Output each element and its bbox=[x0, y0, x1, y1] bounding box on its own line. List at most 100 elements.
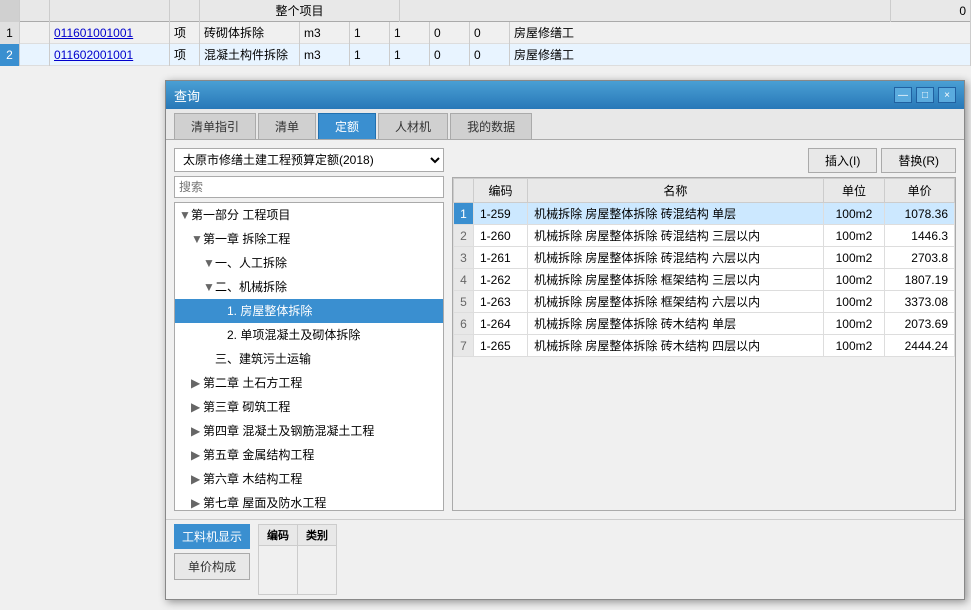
row2-code: 011602001001 bbox=[50, 44, 170, 66]
col-code-header: 编码 bbox=[474, 179, 528, 203]
tree-item-chap6[interactable]: ▶第六章 木结构工程 bbox=[175, 467, 443, 491]
table-row[interactable]: 1 1-259 机械拆除 房屋整体拆除 砖混结构 单层 100m2 1078.3… bbox=[454, 203, 955, 225]
cell-name: 机械拆除 房屋整体拆除 砖木结构 四层以内 bbox=[528, 335, 824, 357]
cell-code: 1-260 bbox=[474, 225, 528, 247]
cell-num: 4 bbox=[454, 269, 474, 291]
insert-button[interactable]: 插入(I) bbox=[808, 148, 877, 173]
bottom-table: 编码 类别 bbox=[258, 524, 337, 595]
tree-item-chap5[interactable]: ▶第五章 金属结构工程 bbox=[175, 443, 443, 467]
right-panel: 插入(I) 替换(R) 编码 名称 单位 单价 bbox=[452, 148, 956, 511]
row1-blank bbox=[20, 22, 50, 44]
row1-v3: 0 bbox=[430, 22, 470, 44]
dialog-title: 查询 bbox=[174, 86, 894, 105]
tree-item-chap1[interactable]: ▼第一章 拆除工程 bbox=[175, 227, 443, 251]
row2-unit: m3 bbox=[300, 44, 350, 66]
cell-code: 1-264 bbox=[474, 313, 528, 335]
left-panel: 太原市修缮土建工程预算定额(2018) ▼第一部分 工程项目▼第一章 拆除工程▼… bbox=[174, 148, 444, 511]
table-row[interactable]: 3 1-261 机械拆除 房屋整体拆除 砖混结构 六层以内 100m2 2703… bbox=[454, 247, 955, 269]
header-blank2 bbox=[50, 0, 170, 22]
tab-rencaiji[interactable]: 人材机 bbox=[378, 113, 448, 139]
tree-item-sec1[interactable]: ▼一、人工拆除 bbox=[175, 251, 443, 275]
bottom-col1-header: 编码 bbox=[259, 525, 298, 546]
cell-price: 1807.19 bbox=[885, 269, 955, 291]
tree-container[interactable]: ▼第一部分 工程项目▼第一章 拆除工程▼一、人工拆除▼二、机械拆除1. 房屋整体… bbox=[174, 202, 444, 511]
tab-bar: 清单指引 清单 定额 人材机 我的数据 bbox=[166, 109, 964, 140]
dialog-close-button[interactable]: × bbox=[938, 87, 956, 103]
search-input[interactable] bbox=[174, 176, 444, 198]
bottom-cell1 bbox=[259, 546, 298, 595]
main-content: 太原市修缮土建工程预算定额(2018) ▼第一部分 工程项目▼第一章 拆除工程▼… bbox=[166, 140, 964, 519]
tab-dinge[interactable]: 定额 bbox=[318, 113, 376, 139]
tab-wode-shuju[interactable]: 我的数据 bbox=[450, 113, 532, 139]
row1-remark: 房屋修缮工 bbox=[510, 22, 971, 44]
table-row[interactable]: 5 1-263 机械拆除 房屋整体拆除 框架结构 六层以内 100m2 3373… bbox=[454, 291, 955, 313]
row2-remark: 房屋修缮工 bbox=[510, 44, 971, 66]
row2-v4: 0 bbox=[470, 44, 510, 66]
cell-price: 2703.8 bbox=[885, 247, 955, 269]
bottom-left: 工料机显示 单价构成 bbox=[174, 524, 250, 595]
col-num bbox=[454, 179, 474, 203]
cell-price: 2444.24 bbox=[885, 335, 955, 357]
row1-v1: 1 bbox=[350, 22, 390, 44]
col-name-header: 名称 bbox=[528, 179, 824, 203]
header-project-title: 整个项目 bbox=[200, 0, 400, 22]
table-body: 1 1-259 机械拆除 房屋整体拆除 砖混结构 单层 100m2 1078.3… bbox=[454, 203, 955, 357]
tree-item-chap3[interactable]: ▶第三章 砌筑工程 bbox=[175, 395, 443, 419]
tab-qingdan[interactable]: 清单 bbox=[258, 113, 316, 139]
cell-num: 7 bbox=[454, 335, 474, 357]
tree-item-part1[interactable]: ▼第一部分 工程项目 bbox=[175, 203, 443, 227]
table-row[interactable]: 7 1-265 机械拆除 房屋整体拆除 砖木结构 四层以内 100m2 2444… bbox=[454, 335, 955, 357]
col-price-header: 单价 bbox=[885, 179, 955, 203]
header-spacer bbox=[400, 0, 891, 22]
spreadsheet-row-1: 1 011601001001 项 砖砌体拆除 m3 1 1 0 0 房屋修缮工 bbox=[0, 22, 971, 44]
tree-item-chap4[interactable]: ▶第四章 混凝土及钢筋混凝土工程 bbox=[175, 419, 443, 443]
spreadsheet-header: 整个项目 0 bbox=[0, 0, 971, 22]
unit-composition-button[interactable]: 单价构成 bbox=[174, 553, 250, 580]
header-blank3 bbox=[170, 0, 200, 22]
cell-name: 机械拆除 房屋整体拆除 砖混结构 单层 bbox=[528, 203, 824, 225]
cell-code: 1-263 bbox=[474, 291, 528, 313]
spreadsheet-row-2: 2 011602001001 项 混凝土构件拆除 m3 1 1 0 0 房屋修缮… bbox=[0, 44, 971, 66]
tree-item-chap7[interactable]: ▶第七章 屋面及防水工程 bbox=[175, 491, 443, 511]
data-table-wrapper: 编码 名称 单位 单价 1 1-259 机械拆除 房屋整体拆除 砖混结构 单层 … bbox=[452, 177, 956, 511]
action-buttons: 插入(I) 替换(R) bbox=[452, 148, 956, 173]
bottom-table-header: 编码 类别 bbox=[259, 525, 337, 546]
cell-name: 机械拆除 房屋整体拆除 砖混结构 六层以内 bbox=[528, 247, 824, 269]
cell-unit: 100m2 bbox=[823, 203, 884, 225]
tree-item-chap2[interactable]: ▶第二章 土石方工程 bbox=[175, 371, 443, 395]
cell-name: 机械拆除 房屋整体拆除 框架结构 六层以内 bbox=[528, 291, 824, 313]
row2-blank bbox=[20, 44, 50, 66]
cell-price: 3373.08 bbox=[885, 291, 955, 313]
cell-num: 6 bbox=[454, 313, 474, 335]
cell-name: 机械拆除 房屋整体拆除 砖混结构 三层以内 bbox=[528, 225, 824, 247]
cell-unit: 100m2 bbox=[823, 335, 884, 357]
toggle-material-button[interactable]: 工料机显示 bbox=[174, 524, 250, 549]
cell-unit: 100m2 bbox=[823, 269, 884, 291]
cell-num: 3 bbox=[454, 247, 474, 269]
tree-item-sub1[interactable]: 1. 房屋整体拆除 bbox=[175, 299, 443, 323]
tree-item-sub2[interactable]: 2. 单项混凝土及砌体拆除 bbox=[175, 323, 443, 347]
cell-code: 1-262 bbox=[474, 269, 528, 291]
table-row[interactable]: 6 1-264 机械拆除 房屋整体拆除 砖木结构 单层 100m2 2073.6… bbox=[454, 313, 955, 335]
replace-button[interactable]: 替换(R) bbox=[881, 148, 956, 173]
dialog-minimize-button[interactable]: — bbox=[894, 87, 912, 103]
table-row[interactable]: 4 1-262 机械拆除 房屋整体拆除 框架结构 三层以内 100m2 1807… bbox=[454, 269, 955, 291]
bottom-table-body bbox=[259, 546, 337, 595]
row1-v4: 0 bbox=[470, 22, 510, 44]
cell-price: 1078.36 bbox=[885, 203, 955, 225]
bottom-cell2 bbox=[298, 546, 337, 595]
cell-num: 5 bbox=[454, 291, 474, 313]
cell-unit: 100m2 bbox=[823, 225, 884, 247]
dialog-maximize-button[interactable]: □ bbox=[916, 87, 934, 103]
tree-item-sec2[interactable]: ▼二、机械拆除 bbox=[175, 275, 443, 299]
row2-v2: 1 bbox=[390, 44, 430, 66]
tab-qingdan-zhizhi[interactable]: 清单指引 bbox=[174, 113, 256, 139]
dialog-title-buttons: — □ × bbox=[894, 87, 956, 103]
bottom-table-row bbox=[259, 546, 337, 595]
dialog-body: 清单指引 清单 定额 人材机 我的数据 太原市修缮土建工程预算定额(2018) … bbox=[166, 109, 964, 599]
tree-item-sec3[interactable]: 三、建筑污土运输 bbox=[175, 347, 443, 371]
header-blank1 bbox=[20, 0, 50, 22]
cell-num: 1 bbox=[454, 203, 474, 225]
table-row[interactable]: 2 1-260 机械拆除 房屋整体拆除 砖混结构 三层以内 100m2 1446… bbox=[454, 225, 955, 247]
quota-dropdown[interactable]: 太原市修缮土建工程预算定额(2018) bbox=[174, 148, 444, 172]
